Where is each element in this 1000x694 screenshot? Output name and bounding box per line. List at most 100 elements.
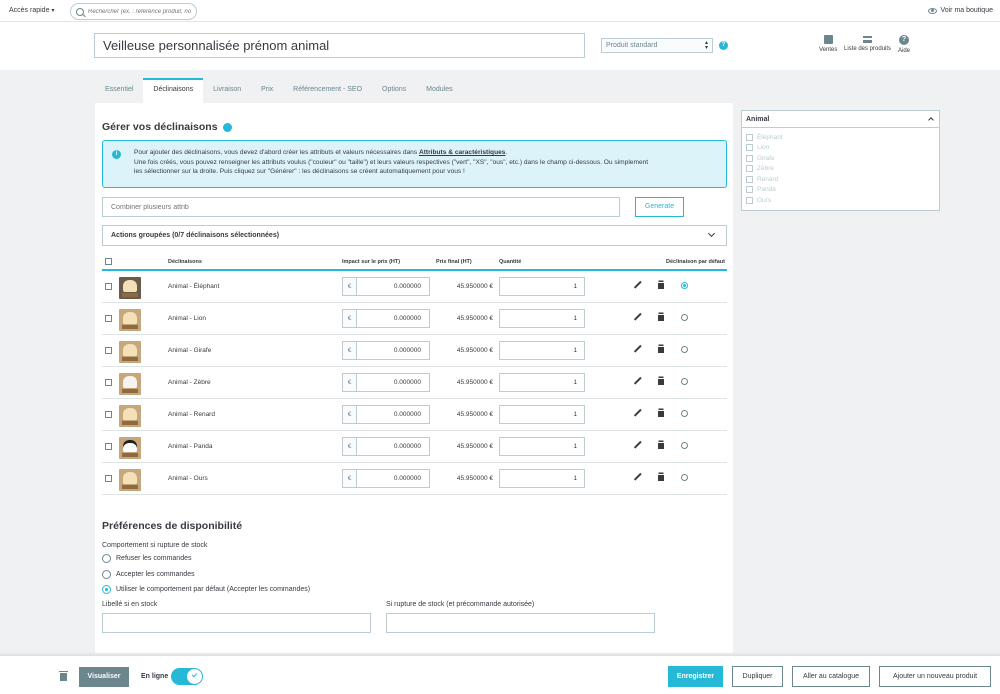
default-combination-radio[interactable] (681, 410, 688, 417)
edit-icon[interactable] (635, 472, 642, 480)
delete-icon[interactable] (658, 442, 664, 449)
tab-options[interactable]: Options (372, 78, 416, 103)
quantity-input[interactable]: 1 (499, 341, 585, 360)
row-checkbox[interactable] (105, 315, 112, 322)
attribute-checkbox[interactable] (746, 175, 753, 183)
duplicate-button[interactable]: Dupliquer (732, 666, 783, 687)
product-name-input[interactable] (94, 33, 585, 58)
delete-icon[interactable] (658, 314, 664, 321)
tab-declinaisons[interactable]: Déclinaisons (143, 78, 204, 103)
save-button[interactable]: Enregistrer (668, 666, 723, 687)
attribute-value-item[interactable]: Ours (746, 195, 935, 206)
quantity-input[interactable]: 1 (499, 373, 585, 392)
preview-button[interactable]: Visualiser (79, 667, 129, 687)
search-box[interactable] (70, 3, 197, 20)
radio-refuse[interactable] (102, 554, 111, 563)
quantity-input[interactable]: 1 (499, 405, 585, 424)
delete-icon[interactable] (658, 282, 664, 289)
product-list-link[interactable]: Liste des produits (844, 35, 891, 52)
tab-prix[interactable]: Prix (251, 78, 283, 103)
help-icon[interactable]: ? (719, 41, 728, 50)
option-default-behavior[interactable]: Utiliser le comportement par défaut (Acc… (102, 585, 310, 594)
radio-accept[interactable] (102, 570, 111, 579)
price-impact-input[interactable]: €0.000000 (342, 341, 430, 360)
price-impact-input[interactable]: €0.000000 (342, 373, 430, 392)
edit-icon[interactable] (635, 344, 642, 352)
attribute-group-header[interactable]: Animal (742, 111, 939, 128)
row-checkbox[interactable] (105, 475, 112, 482)
price-impact-input[interactable]: €0.000000 (342, 469, 430, 488)
price-impact-input[interactable]: €0.000000 (342, 405, 430, 424)
table-header: Déclinaisons Impact sur le prix (HT) Pri… (102, 254, 727, 271)
select-all-checkbox[interactable] (105, 258, 112, 265)
delete-icon[interactable] (658, 410, 664, 417)
edit-icon[interactable] (635, 280, 642, 288)
add-new-product-button[interactable]: Ajouter un nouveau produit (879, 666, 991, 687)
option-accept-orders[interactable]: Accepter les commandes (102, 570, 195, 579)
radio-default[interactable] (102, 585, 111, 594)
edit-icon[interactable] (635, 312, 642, 320)
price-impact-input[interactable]: €0.000000 (342, 437, 430, 456)
default-combination-radio[interactable] (681, 378, 688, 385)
delete-icon[interactable] (658, 346, 664, 353)
attribute-value-label: Éléphant (757, 133, 783, 141)
row-checkbox[interactable] (105, 283, 112, 290)
quantity-input[interactable]: 1 (499, 469, 585, 488)
row-checkbox[interactable] (105, 443, 112, 450)
tab-seo[interactable]: Référencement - SEO (283, 78, 372, 103)
attribute-checkbox[interactable] (746, 196, 753, 204)
sales-link[interactable]: Ventes (819, 35, 837, 53)
combine-attributes-input[interactable] (102, 197, 620, 217)
in-stock-input[interactable] (102, 613, 371, 633)
quantity-input[interactable]: 1 (499, 309, 585, 328)
delete-icon[interactable] (658, 474, 664, 481)
search-input[interactable] (88, 8, 193, 15)
out-of-stock-input[interactable] (386, 613, 655, 633)
attribute-value-item[interactable]: Zèbre (746, 164, 935, 175)
question-icon: ? (899, 35, 909, 45)
tab-essentiel[interactable]: Essentiel (95, 78, 143, 103)
help-icon[interactable] (222, 122, 232, 132)
bulk-actions-dropdown[interactable]: Actions groupées (0/7 déclinaisons sélec… (102, 225, 727, 246)
price-impact-value: 0.000000 (393, 379, 421, 386)
attribute-value-item[interactable]: Éléphant (746, 132, 935, 143)
product-header: Produit standard ▴▾ ? Ventes Liste des p… (0, 22, 1000, 70)
attribute-checkbox[interactable] (746, 144, 753, 152)
online-toggle[interactable] (171, 668, 203, 685)
tab-livraison[interactable]: Livraison (203, 78, 251, 103)
option-refuse-orders[interactable]: Refuser les commandes (102, 554, 191, 563)
row-checkbox[interactable] (105, 411, 112, 418)
row-checkbox[interactable] (105, 379, 112, 386)
attribute-checkbox[interactable] (746, 186, 753, 194)
price-impact-input[interactable]: €0.000000 (342, 309, 430, 328)
quantity-input[interactable]: 1 (499, 437, 585, 456)
price-impact-input[interactable]: €0.000000 (342, 277, 430, 296)
default-combination-radio[interactable] (681, 282, 688, 289)
view-shop-link[interactable]: Voir ma boutique (928, 7, 993, 14)
edit-icon[interactable] (635, 376, 642, 384)
attributes-link[interactable]: Attributs & caractéristiques (419, 149, 505, 156)
edit-icon[interactable] (635, 440, 642, 448)
attribute-checkbox[interactable] (746, 133, 753, 141)
attribute-value-item[interactable]: Panda (746, 185, 935, 196)
attribute-checkbox[interactable] (746, 165, 753, 173)
default-combination-radio[interactable] (681, 474, 688, 481)
trash-icon[interactable] (59, 671, 68, 681)
default-combination-radio[interactable] (681, 314, 688, 321)
delete-icon[interactable] (658, 378, 664, 385)
quantity-input[interactable]: 1 (499, 277, 585, 296)
product-type-select[interactable]: Produit standard ▴ ▾ (601, 38, 713, 53)
default-combination-radio[interactable] (681, 346, 688, 353)
attribute-checkbox[interactable] (746, 154, 753, 162)
go-to-catalog-button[interactable]: Aller au catalogue (792, 666, 870, 687)
quick-access-menu[interactable]: Accès rapide ▾ (9, 7, 54, 14)
edit-icon[interactable] (635, 408, 642, 416)
attribute-value-item[interactable]: Lion (746, 143, 935, 154)
default-combination-radio[interactable] (681, 442, 688, 449)
attribute-value-item[interactable]: Girafe (746, 153, 935, 164)
row-checkbox[interactable] (105, 347, 112, 354)
generate-button[interactable]: Generate (635, 197, 684, 217)
help-link[interactable]: ? Aide (898, 35, 910, 54)
attribute-value-item[interactable]: Renard (746, 174, 935, 185)
tab-modules[interactable]: Modules (416, 78, 462, 103)
